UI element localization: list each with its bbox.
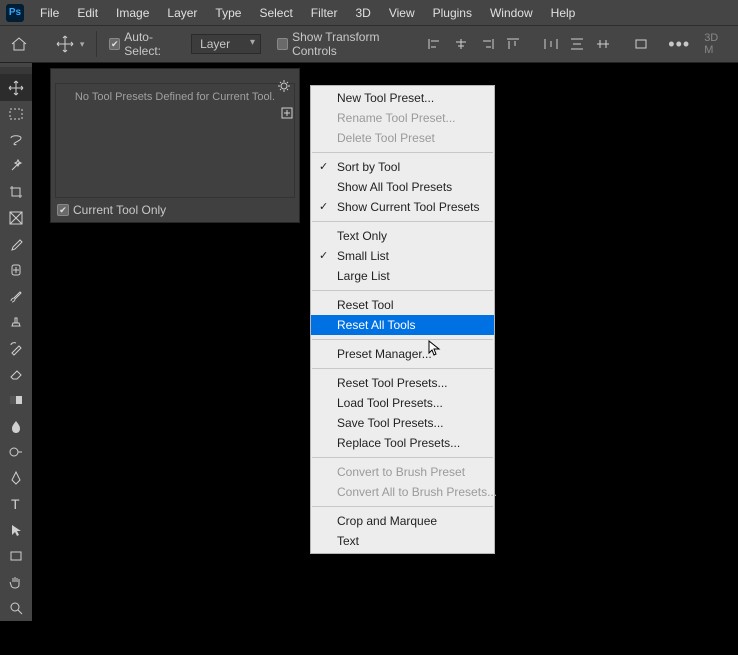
move-tool[interactable] (0, 75, 32, 101)
menu-item-show-current-tool-presets[interactable]: Show Current Tool Presets (311, 197, 494, 217)
app-logo: Ps (6, 4, 24, 22)
dropdown-caret-icon[interactable]: ▾ (80, 39, 85, 50)
blur-tool[interactable] (0, 413, 32, 439)
pen-tool[interactable] (0, 465, 32, 491)
menu-separator (312, 221, 493, 222)
align-extra-icon[interactable] (628, 31, 654, 57)
menu-item-delete-tool-preset: Delete Tool Preset (311, 128, 494, 148)
menu-view[interactable]: View (381, 3, 423, 23)
3d-mode-label[interactable]: 3D M (704, 32, 728, 56)
panel-collapse-icon[interactable] (0, 67, 32, 75)
menu-item-text[interactable]: Text (311, 531, 494, 551)
show-transform-checkbox[interactable]: Show Transform Controls (277, 30, 414, 58)
align-center-h-icon[interactable] (448, 31, 474, 57)
magic-wand-tool[interactable] (0, 153, 32, 179)
menu-item-text-only[interactable]: Text Only (311, 226, 494, 246)
menu-item-convert-to-brush-preset: Convert to Brush Preset (311, 462, 494, 482)
menu-type[interactable]: Type (207, 3, 249, 23)
home-icon[interactable] (10, 34, 28, 54)
menu-separator (312, 290, 493, 291)
menu-item-small-list[interactable]: Small List (311, 246, 494, 266)
menu-item-show-all-tool-presets[interactable]: Show All Tool Presets (311, 177, 494, 197)
menu-3d[interactable]: 3D (347, 3, 378, 23)
menu-bar: Ps File Edit Image Layer Type Select Fil… (0, 0, 738, 25)
auto-select-checkbox[interactable]: Auto-Select: (109, 30, 183, 58)
presets-empty-message: No Tool Presets Defined for Current Tool… (75, 90, 275, 105)
menu-filter[interactable]: Filter (303, 3, 346, 23)
menu-separator (312, 506, 493, 507)
rectangle-tool[interactable] (0, 543, 32, 569)
move-tool-icon[interactable] (54, 32, 76, 56)
menu-item-large-list[interactable]: Large List (311, 266, 494, 286)
menu-separator (312, 152, 493, 153)
menu-item-sort-by-tool[interactable]: Sort by Tool (311, 157, 494, 177)
options-bar: ▾ Auto-Select: Layer Show Transform Cont… (0, 25, 738, 63)
menu-item-convert-all-to-brush-presets: Convert All to Brush Presets... (311, 482, 494, 502)
menu-help[interactable]: Help (543, 3, 584, 23)
checkbox-icon (109, 38, 120, 50)
align-top-icon[interactable] (500, 31, 526, 57)
align-right-icon[interactable] (474, 31, 500, 57)
current-tool-only-checkbox[interactable] (57, 204, 69, 216)
menu-separator (312, 339, 493, 340)
gradient-tool[interactable] (0, 387, 32, 413)
more-options-icon[interactable]: ••• (668, 34, 690, 55)
menu-layer[interactable]: Layer (159, 3, 205, 23)
show-transform-label: Show Transform Controls (292, 30, 414, 58)
eyedropper-tool[interactable] (0, 231, 32, 257)
distribute-2-icon[interactable] (564, 31, 590, 57)
new-preset-icon[interactable] (279, 105, 295, 121)
panel-context-menu: New Tool Preset...Rename Tool Preset...D… (310, 85, 495, 554)
menu-item-load-tool-presets[interactable]: Load Tool Presets... (311, 393, 494, 413)
menu-item-crop-and-marquee[interactable]: Crop and Marquee (311, 511, 494, 531)
eraser-tool[interactable] (0, 361, 32, 387)
distribute-1-icon[interactable] (538, 31, 564, 57)
tool-presets-panel: No Tool Presets Defined for Current Tool… (50, 68, 300, 223)
menu-item-reset-all-tools[interactable]: Reset All Tools (311, 315, 494, 335)
panel-menu-icon[interactable] (273, 75, 295, 97)
menu-select[interactable]: Select (251, 3, 300, 23)
crop-tool[interactable] (0, 179, 32, 205)
menu-item-save-tool-presets[interactable]: Save Tool Presets... (311, 413, 494, 433)
menu-item-rename-tool-preset: Rename Tool Preset... (311, 108, 494, 128)
clone-stamp-tool[interactable] (0, 309, 32, 335)
menu-item-reset-tool-presets[interactable]: Reset Tool Presets... (311, 373, 494, 393)
align-group-1 (422, 31, 654, 57)
menu-plugins[interactable]: Plugins (425, 3, 480, 23)
panel-body: No Tool Presets Defined for Current Tool… (55, 83, 295, 198)
menu-separator (312, 368, 493, 369)
svg-text:T: T (11, 496, 20, 512)
healing-brush-tool[interactable] (0, 257, 32, 283)
frame-tool[interactable] (0, 205, 32, 231)
auto-select-label: Auto-Select: (124, 30, 183, 58)
brush-tool[interactable] (0, 283, 32, 309)
type-tool[interactable]: T (0, 491, 32, 517)
layer-group-select[interactable]: Layer (191, 34, 261, 54)
lasso-tool[interactable] (0, 127, 32, 153)
zoom-tool[interactable] (0, 595, 32, 621)
divider (96, 31, 97, 57)
checkbox-icon (277, 38, 288, 50)
marquee-tool[interactable] (0, 101, 32, 127)
select-value: Layer (200, 37, 230, 51)
menu-item-reset-tool[interactable]: Reset Tool (311, 295, 494, 315)
hand-tool[interactable] (0, 569, 32, 595)
align-left-icon[interactable] (422, 31, 448, 57)
menu-file[interactable]: File (32, 3, 67, 23)
tools-panel: T (0, 63, 32, 621)
history-brush-tool[interactable] (0, 335, 32, 361)
dodge-tool[interactable] (0, 439, 32, 465)
menu-item-replace-tool-presets[interactable]: Replace Tool Presets... (311, 433, 494, 453)
path-selection-tool[interactable] (0, 517, 32, 543)
menu-edit[interactable]: Edit (69, 3, 106, 23)
menu-window[interactable]: Window (482, 3, 541, 23)
distribute-3-icon[interactable] (590, 31, 616, 57)
menu-image[interactable]: Image (108, 3, 157, 23)
menu-item-new-tool-preset[interactable]: New Tool Preset... (311, 88, 494, 108)
menu-item-preset-manager[interactable]: Preset Manager... (311, 344, 494, 364)
current-tool-only-label: Current Tool Only (73, 203, 166, 217)
menu-separator (312, 457, 493, 458)
